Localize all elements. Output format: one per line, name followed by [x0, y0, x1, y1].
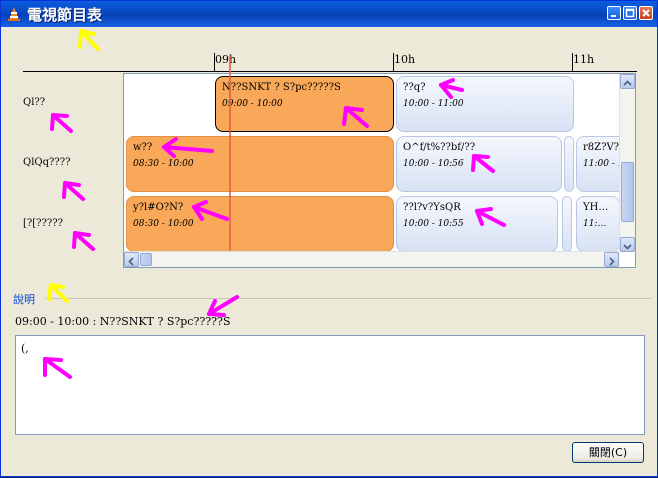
annotation-overlay: [43, 29, 506, 379]
annotation-arrow-icon: [43, 29, 506, 379]
tv-schedule-window: 電視節目表 09h 10h 11h Ql?? QlQq???? [?[?????…: [0, 0, 658, 477]
